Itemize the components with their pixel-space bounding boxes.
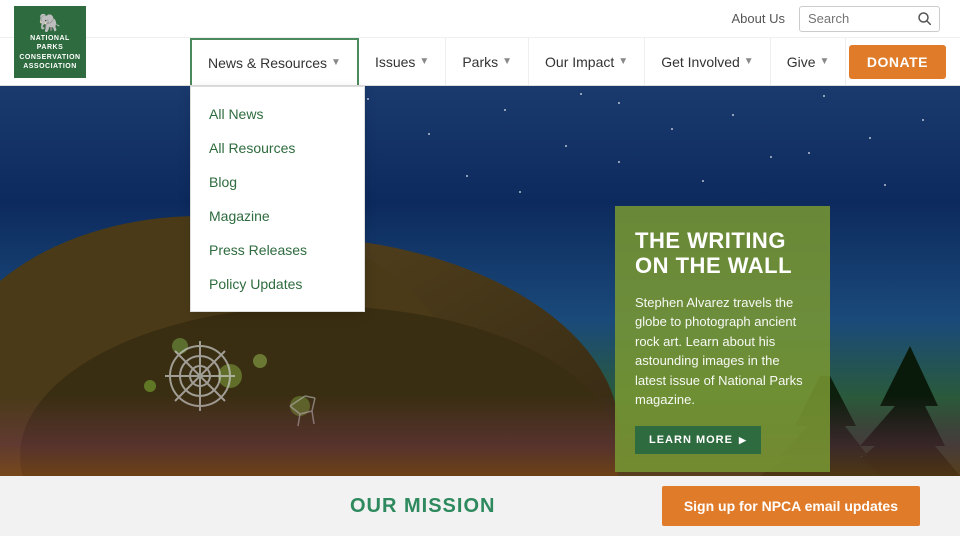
search-button[interactable] — [910, 12, 939, 25]
donate-button[interactable]: DONATE — [849, 45, 946, 79]
about-us-link[interactable]: About Us — [732, 11, 785, 26]
logo-text: NATIONALPARKSCONSERVATIONASSOCIATION — [19, 34, 80, 70]
dropdown-item-policy-updates[interactable]: Policy Updates — [191, 267, 364, 301]
chevron-down-icon: ▼ — [744, 56, 754, 67]
hero-card-title: THE WRITING ON THE WALL — [635, 228, 810, 279]
logo-animal-icon: 🐘 — [39, 13, 61, 34]
hero-section: THE WRITING ON THE WALL Stephen Alvarez … — [0, 86, 960, 476]
chevron-down-icon: ▼ — [618, 56, 628, 67]
utility-bar: About Us — [0, 0, 960, 38]
nav-item-our-impact[interactable]: Our Impact ▼ — [529, 38, 645, 85]
chevron-down-icon: ▼ — [419, 56, 429, 67]
search-input[interactable] — [800, 8, 910, 29]
chevron-down-icon: ▼ — [331, 57, 341, 68]
search-wrapper — [799, 6, 940, 32]
nav-item-get-involved[interactable]: Get Involved ▼ — [645, 38, 771, 85]
our-mission-label: OUR MISSION — [350, 495, 495, 518]
dropdown-item-blog[interactable]: Blog — [191, 165, 364, 199]
bottom-bar: OUR MISSION Sign up for NPCA email updat… — [0, 476, 960, 536]
nav-item-news-resources[interactable]: News & Resources ▼ — [190, 38, 359, 85]
dropdown-item-press-releases[interactable]: Press Releases — [191, 233, 364, 267]
main-nav: 🐘 NATIONALPARKSCONSERVATIONASSOCIATION N… — [0, 38, 960, 86]
nav-item-give[interactable]: Give ▼ — [771, 38, 847, 85]
nav-item-parks[interactable]: Parks ▼ — [446, 38, 529, 85]
dropdown-item-all-news[interactable]: All News — [191, 97, 364, 131]
email-signup-button[interactable]: Sign up for NPCA email updates — [662, 486, 920, 526]
hero-info-card: THE WRITING ON THE WALL Stephen Alvarez … — [615, 206, 830, 472]
logo-wrapper[interactable]: 🐘 NATIONALPARKSCONSERVATIONASSOCIATION — [14, 6, 86, 78]
chevron-down-icon: ▼ — [820, 56, 830, 67]
search-icon — [918, 12, 931, 25]
hero-card-body: Stephen Alvarez travels the globe to pho… — [635, 293, 810, 410]
nav-item-issues[interactable]: Issues ▼ — [359, 38, 446, 85]
dropdown-item-all-resources[interactable]: All Resources — [191, 131, 364, 165]
news-resources-dropdown: All News All Resources Blog Magazine Pre… — [190, 86, 365, 312]
logo-box: 🐘 NATIONALPARKSCONSERVATIONASSOCIATION — [14, 6, 86, 78]
learn-more-button[interactable]: LEARN MORE — [635, 426, 761, 454]
chevron-down-icon: ▼ — [502, 56, 512, 67]
dropdown-item-magazine[interactable]: Magazine — [191, 199, 364, 233]
